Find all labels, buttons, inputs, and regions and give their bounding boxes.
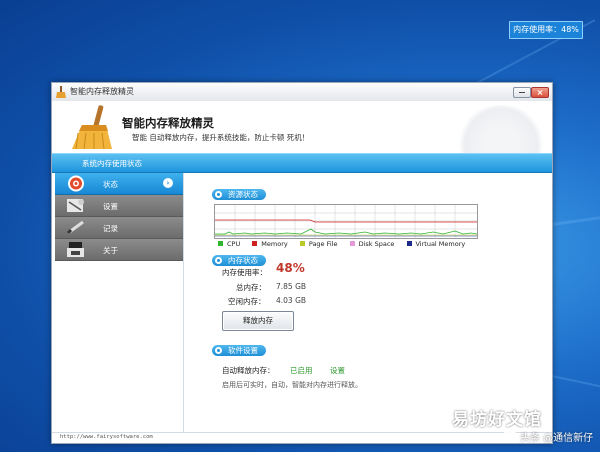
resource-legend: CPU Memory Page File Disk Space Virtual … (218, 240, 475, 248)
main-content: 资源状态 CPU Memory Page File Disk Space Vir… (184, 173, 552, 433)
about-icon (67, 242, 84, 257)
minimize-button[interactable] (513, 87, 531, 98)
app-window: 智能内存释放精灵 智能内存释放精灵 智能 自动释放内存，提升系统技能，防止卡顿 … (51, 82, 553, 444)
resource-graph (214, 204, 478, 239)
watermark-title: 易坊好文馆 (452, 410, 542, 430)
chevron-right-icon: › (163, 178, 173, 188)
section-memory-title: 内存状态 (212, 255, 266, 266)
sidebar-item-settings[interactable]: 设置 (55, 195, 183, 217)
sidebar-item-log[interactable]: 记录 (55, 217, 183, 239)
legend-item: Disk Space (349, 240, 394, 248)
broom-icon (56, 86, 66, 98)
free-memory-value: 4.03 GB (276, 296, 307, 305)
sidebar-item-label: 状态 (103, 180, 118, 189)
auto-release-settings-link[interactable]: 设置 (330, 365, 345, 376)
watermark-logo-icon (504, 428, 516, 440)
app-name: 智能内存释放精灵 (122, 116, 214, 130)
sidebar-item-label: 设置 (103, 202, 118, 211)
status-ribbon: 系统内存使用状态 (52, 153, 552, 173)
broom-logo-icon (72, 105, 112, 150)
total-memory-label: 总内存： (236, 283, 266, 292)
log-icon (66, 220, 84, 235)
memory-usage-label: 内存使用率： (222, 268, 267, 277)
auto-release-note: 启用后可实时，自动，智能对内存进行释放。 (222, 381, 362, 389)
section-software-title: 软件设置 (212, 345, 266, 356)
section-resource-title: 资源状态 (212, 189, 266, 200)
sidebar: 状态 › 设置 记录 关于 (55, 173, 184, 433)
settings-icon (67, 199, 84, 212)
legend-item: Page File (299, 240, 338, 248)
status-icon (68, 175, 84, 192)
auto-release-state: 已启用 (290, 366, 313, 375)
release-memory-button[interactable]: 释放内存 (222, 311, 294, 331)
website-url[interactable]: http://www.fairysoftware.com (60, 434, 153, 440)
sidebar-item-label: 关于 (103, 246, 118, 255)
sidebar-item-label: 记录 (103, 224, 118, 233)
sidebar-item-status[interactable]: 状态 › (55, 173, 183, 195)
legend-item: Virtual Memory (406, 240, 465, 248)
app-slogan: 智能 自动释放内存，提升系统技能，防止卡顿 死机！ (132, 133, 310, 142)
free-memory-label: 空闲内存： (228, 297, 266, 306)
memory-usage-badge[interactable]: 内存使用率：48% (509, 21, 583, 39)
app-header: 智能内存释放精灵 智能 自动释放内存，提升系统技能，防止卡顿 死机！ (52, 101, 552, 185)
total-memory-value: 7.85 GB (276, 282, 307, 291)
cpu-series (215, 228, 477, 235)
close-button[interactable] (531, 87, 549, 98)
watermark-subtitle: 头条 @通信新仔 (520, 433, 594, 444)
sidebar-item-about[interactable]: 关于 (55, 239, 183, 261)
auto-release-label: 自动释放内存： (222, 366, 275, 375)
ribbon-title: 系统内存使用状态 (82, 159, 142, 168)
memory-usage-value: 48% (276, 261, 305, 275)
legend-item: Memory (252, 240, 288, 248)
footer: http://www.fairysoftware.com (52, 432, 552, 443)
window-title: 智能内存释放精灵 (70, 87, 134, 96)
legend-item: CPU (218, 240, 240, 248)
title-bar: 智能内存释放精灵 (52, 83, 552, 102)
